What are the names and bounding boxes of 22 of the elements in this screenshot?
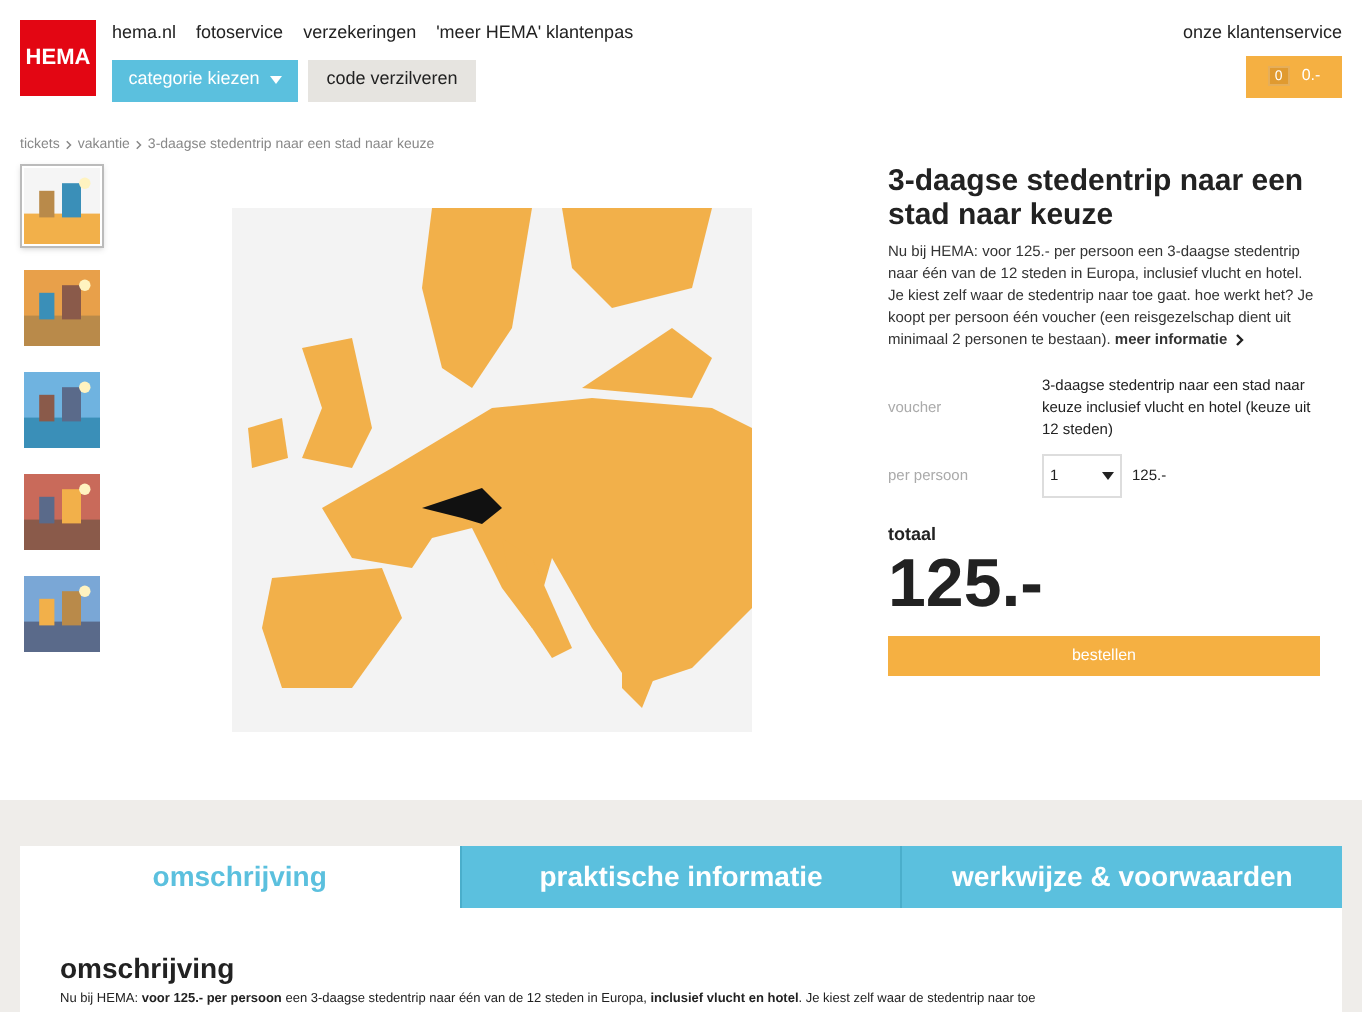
- caret-icon: [269, 76, 282, 84]
- nav-link[interactable]: verzekeringen: [303, 20, 417, 47]
- code-button[interactable]: code verzilveren: [308, 59, 476, 101]
- thumbnail[interactable]: [20, 266, 104, 350]
- section-heading: omschrijving: [60, 950, 237, 988]
- logo[interactable]: HEMA: [20, 20, 96, 96]
- thumbnail[interactable]: [20, 470, 104, 554]
- total-price: 125.-: [888, 549, 1045, 617]
- total-label: totaal: [888, 522, 939, 548]
- product-title: 3-daagse stedentrip naar een stad naar keuze: [888, 164, 1306, 232]
- thumbnail[interactable]: [20, 368, 104, 452]
- nav-link[interactable]: 'meer HEMA' klantenpas: [436, 20, 634, 47]
- caret-icon: [1102, 472, 1114, 480]
- chevron-right-icon: [1235, 334, 1244, 347]
- chevron-right-icon: [135, 140, 142, 151]
- chevron-right-icon: [65, 140, 72, 151]
- nav-link[interactable]: hema.nl: [112, 20, 177, 47]
- service-link[interactable]: onze klantenservice: [1182, 20, 1342, 47]
- thumbnail[interactable]: [20, 572, 104, 656]
- thumbnail[interactable]: [20, 164, 104, 248]
- nav-link[interactable]: fotoservice: [196, 20, 284, 47]
- cart-total: 0.-: [1301, 64, 1321, 88]
